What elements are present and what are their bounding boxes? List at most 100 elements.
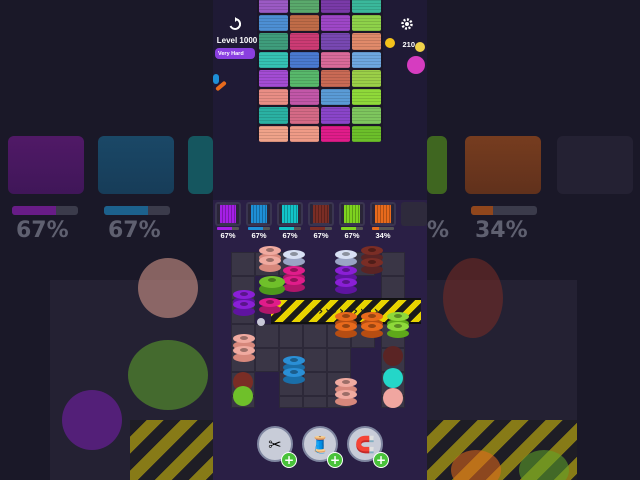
- bobbin-white[interactable]: [335, 250, 357, 266]
- spool-cap: [391, 204, 394, 224]
- blurred-spool-orange: [465, 136, 541, 194]
- thread-spool: 67%: [308, 202, 334, 240]
- fabric-tile: [259, 125, 288, 142]
- right-blurred-panel: % 34%: [427, 0, 640, 480]
- spool-percent: 67%: [220, 231, 236, 240]
- bobbin-magenta[interactable]: [283, 276, 305, 292]
- blurred-spool-blue: [98, 136, 174, 194]
- thread-spool: 67%: [246, 202, 272, 240]
- blurred-percent: 67%: [16, 218, 69, 243]
- blurred-spool-teal: [188, 136, 213, 194]
- fabric-tile: [290, 33, 319, 50]
- blurred-bobbin: [443, 258, 503, 338]
- thread-spool: 67%: [277, 202, 303, 240]
- board-cell[interactable]: [279, 396, 303, 408]
- spool-percent: 67%: [251, 231, 267, 240]
- fabric-tile: [259, 33, 288, 50]
- fabric-tile: [321, 51, 350, 68]
- bobbin-purple[interactable]: [335, 278, 357, 294]
- empty-slot-marker: [257, 318, 265, 326]
- bobbin-brown[interactable]: [361, 258, 383, 274]
- blurred-hazard: [130, 420, 213, 480]
- magnet-icon: 🧲: [355, 434, 375, 454]
- board-cell[interactable]: [381, 252, 405, 276]
- level-title: Level 1000: [216, 36, 258, 45]
- fabric-tile: [352, 88, 381, 105]
- spool-percent: 67%: [344, 231, 360, 240]
- spool-cap: [236, 204, 239, 224]
- bobbin-purple[interactable]: [233, 300, 255, 316]
- fabric-tile: [352, 70, 381, 87]
- board-cell[interactable]: [303, 372, 327, 396]
- bobbin-slot-pink[interactable]: [383, 388, 403, 408]
- spool-cap: [329, 204, 332, 224]
- bobbin-blue[interactable]: [283, 368, 305, 384]
- fabric-tile: [290, 70, 319, 87]
- button-sticker-icon: [415, 42, 425, 52]
- bobbin-magenta[interactable]: [259, 298, 281, 314]
- empty-spool-slot: [401, 202, 427, 226]
- spool-thread: [281, 205, 299, 223]
- restart-icon[interactable]: [225, 14, 245, 34]
- bobbin-orange[interactable]: [335, 322, 357, 338]
- bobbin-orange[interactable]: [361, 322, 383, 338]
- spool-thread: [219, 205, 237, 223]
- fabric-tile: [259, 70, 288, 87]
- fabric-tile: [321, 14, 350, 31]
- blurred-percent: 67%: [108, 218, 161, 243]
- fabric-tile: [321, 107, 350, 124]
- board-cell[interactable]: [303, 396, 327, 408]
- spool-percent: 34%: [375, 231, 391, 240]
- bobbin-lime[interactable]: [387, 322, 409, 338]
- game-screen: Level 1000 Very Hard 210 67% 67% 67% 67% 67%…: [213, 0, 427, 480]
- bobbin-pink[interactable]: [335, 390, 357, 406]
- spool-cap: [341, 204, 344, 224]
- blurred-bar: [471, 206, 537, 215]
- fabric-tile: [352, 14, 381, 31]
- spool-cap: [248, 204, 251, 224]
- bobbin-board: ››››››››››: [231, 252, 421, 412]
- board-cell[interactable]: [255, 348, 279, 372]
- add-scissors-button[interactable]: +: [281, 452, 297, 468]
- board-cell[interactable]: [279, 324, 303, 348]
- fabric-tile: [290, 88, 319, 105]
- thread-icon: 🧵: [310, 434, 330, 454]
- bobbin-slot-maroon[interactable]: [383, 346, 403, 366]
- board-cell[interactable]: [327, 348, 351, 372]
- bobbin-pink[interactable]: [233, 346, 255, 362]
- fabric-tile: [259, 107, 288, 124]
- board-cell[interactable]: [381, 276, 405, 300]
- fabric-tile: [321, 0, 350, 13]
- board-cell[interactable]: [231, 252, 255, 276]
- board-cell[interactable]: [303, 324, 327, 348]
- blurred-percent: %: [427, 218, 450, 243]
- spool-progress-bar: [217, 227, 239, 230]
- bobbin-slot-green[interactable]: [233, 386, 253, 406]
- gear-icon[interactable]: [397, 14, 417, 34]
- thread-spool: 34%: [370, 202, 396, 240]
- spool-progress-bar: [310, 227, 332, 230]
- bobbin-pink[interactable]: [259, 256, 281, 272]
- fabric-tile: [352, 0, 381, 13]
- board-cell[interactable]: [255, 324, 279, 348]
- bobbin-white-lock[interactable]: [283, 250, 305, 266]
- thread-spool: 67%: [215, 202, 241, 240]
- add-magnet-button[interactable]: +: [373, 452, 389, 468]
- spool-progress-bar: [279, 227, 301, 230]
- bobbin-slot-cyan[interactable]: [383, 368, 403, 388]
- spool-cap: [372, 204, 375, 224]
- spool-cap: [217, 204, 220, 224]
- fabric-tile: [290, 51, 319, 68]
- spool-thread: [343, 205, 361, 223]
- board-cell[interactable]: [303, 348, 327, 372]
- fabric-tile: [352, 51, 381, 68]
- left-blurred-panel: 67% 67%: [0, 0, 213, 480]
- blurred-percent: 34%: [475, 218, 528, 243]
- blurred-bar: [104, 206, 170, 215]
- add-thread-button[interactable]: +: [327, 452, 343, 468]
- fabric-tile: [352, 107, 381, 124]
- spool-cap: [298, 204, 301, 224]
- blurred-bobbin: [62, 390, 122, 450]
- bobbin-green[interactable]: [259, 276, 285, 295]
- blurred-spool-empty: [557, 136, 633, 194]
